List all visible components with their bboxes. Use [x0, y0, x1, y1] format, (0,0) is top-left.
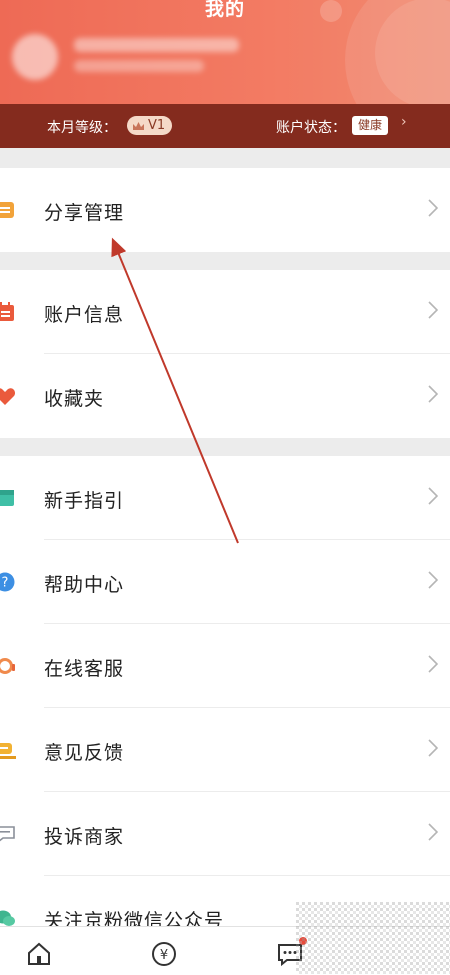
chevron-right-icon — [428, 385, 438, 403]
month-level-label: 本月等级： — [47, 120, 117, 136]
avatar[interactable] — [12, 34, 58, 80]
svg-text:¥: ¥ — [160, 948, 168, 963]
level-status-bar: 本月等级： V1 账户状态： 健康 › — [0, 104, 450, 148]
blurred-user-id — [74, 60, 204, 72]
menu-item-label: 投诉商家 — [44, 826, 125, 848]
favorites-icon — [0, 388, 16, 405]
chevron-right-icon — [428, 739, 438, 757]
chevron-right-icon — [428, 823, 438, 841]
feedback-icon — [0, 743, 16, 759]
chevron-right-icon — [428, 301, 438, 319]
menu-item-label: 意见反馈 — [44, 742, 125, 764]
svg-text:?: ? — [2, 576, 9, 591]
menu-item-label: 在线客服 — [44, 658, 125, 680]
blurred-username — [74, 38, 239, 52]
level-value: V1 — [148, 118, 166, 133]
chevron-right-icon — [428, 199, 438, 217]
chevron-right-icon — [428, 655, 438, 673]
home-icon[interactable] — [26, 941, 52, 967]
chevron-right-icon[interactable]: › — [401, 114, 407, 130]
menu-item-label: 账户信息 — [44, 304, 125, 326]
complaint-icon — [0, 826, 15, 842]
menu-item-complaint[interactable]: 投诉商家 — [0, 792, 450, 876]
account-status-badge[interactable]: 健康 — [352, 116, 389, 135]
menu-item-favorites[interactable]: 收藏夹 — [0, 354, 450, 438]
menu-group-help: 新手指引 ? 帮助中心 在线客服 意见反馈 投诉商家 关注京粉微信公众号 — [0, 456, 450, 932]
share-manage-icon — [0, 202, 14, 218]
menu-item-feedback[interactable]: 意见反馈 — [0, 708, 450, 792]
guide-icon — [0, 490, 14, 506]
menu-group-account: 账户信息 收藏夹 — [0, 270, 450, 438]
level-badge: V1 — [127, 116, 173, 135]
menu-item-share-manage[interactable]: 分享管理 — [0, 168, 450, 252]
account-status-label: 账户状态： — [276, 120, 346, 136]
chevron-right-icon — [428, 487, 438, 505]
menu-item-customer-service[interactable]: 在线客服 — [0, 624, 450, 708]
page-title: 我的 — [204, 0, 245, 20]
profile-header: 我的 — [0, 0, 450, 104]
yuan-icon[interactable]: ¥ — [151, 941, 177, 967]
help-icon: ? — [0, 572, 15, 592]
menu-item-label: 新手指引 — [44, 490, 125, 512]
customer-service-icon — [0, 658, 15, 674]
menu-item-label: 帮助中心 — [44, 574, 125, 596]
account-info-icon — [0, 302, 14, 321]
menu-item-account-info[interactable]: 账户信息 — [0, 270, 450, 354]
crown-icon — [133, 121, 144, 130]
menu-item-label: 收藏夹 — [44, 388, 105, 410]
watermark — [296, 902, 450, 974]
menu-item-guide[interactable]: 新手指引 — [0, 456, 450, 540]
menu-item-label: 分享管理 — [44, 202, 125, 224]
wechat-icon — [0, 910, 15, 926]
chevron-right-icon — [428, 571, 438, 589]
menu-item-help-center[interactable]: ? 帮助中心 — [0, 540, 450, 624]
menu-group-share: 分享管理 — [0, 168, 450, 252]
